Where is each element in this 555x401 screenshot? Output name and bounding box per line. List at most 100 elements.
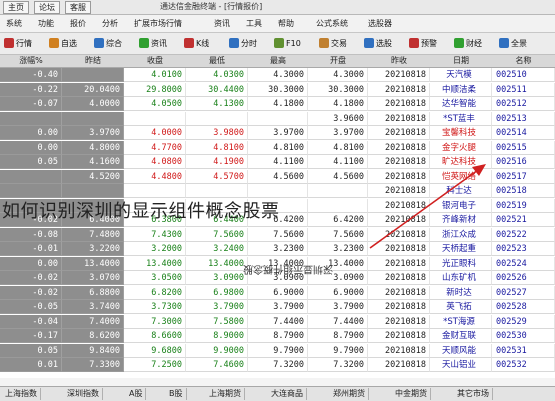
tab-forum[interactable]: 论坛 — [34, 1, 60, 14]
menu-help[interactable]: 帮助 — [278, 18, 294, 29]
table-row[interactable]: 0.00 3.9700 4.0000 3.9800 3.9700 3.9700 202108… — [0, 126, 555, 140]
cell-code: 002514 — [492, 126, 555, 140]
market-tab-8[interactable]: 其它市场 — [454, 388, 493, 400]
table-row[interactable]: 4.5200 4.4800 4.5700 4.5600 4.5600 20210818 恺英… — [0, 169, 555, 184]
market-tab-4[interactable]: 上海期货 — [206, 388, 245, 400]
cell-c5: 7.4800 — [62, 227, 124, 242]
toolbar-button-2[interactable]: 综合 — [94, 37, 122, 50]
cell-date: 20210818 — [368, 198, 430, 213]
market-tab-7[interactable]: 中金期货 — [392, 388, 431, 400]
column-header[interactable]: 最低 — [186, 55, 248, 67]
table-row[interactable]: -0.40 4.0100 4.0300 4.3000 4.3000 20210818 天汽模… — [0, 68, 555, 82]
toolbar-button-1[interactable]: 自选 — [49, 37, 77, 50]
toolbar-button-4[interactable]: K线 — [184, 37, 209, 50]
menu-analysis[interactable]: 分析 — [102, 18, 118, 29]
market-tab-5[interactable]: 大连商品 — [268, 388, 307, 400]
cell-c1: 7.3200 — [308, 358, 368, 372]
table-row[interactable]: 3.9600 20210818 *ST蓝丰 002513 — [0, 111, 555, 126]
cell-c3: 9.9000 — [186, 343, 248, 358]
column-header[interactable]: 日期 — [430, 55, 492, 67]
table-row[interactable]: -0.07 4.0000 4.0500 4.1300 4.1800 4.1800 20210… — [0, 97, 555, 111]
cell-c5 — [62, 111, 124, 126]
column-header[interactable]: 昨结 — [62, 55, 124, 67]
cell-c6: 0.00 — [0, 256, 62, 271]
column-header[interactable]: 涨幅% — [0, 55, 62, 67]
window-title: 通达信金融终端 - [行情报价] — [160, 2, 263, 11]
cell-c3: 7.4600 — [186, 358, 248, 372]
menu-system[interactable]: 系统 — [6, 18, 22, 29]
menu-extended[interactable]: 扩展市场行情 — [134, 18, 182, 29]
table-row[interactable]: -0.01 3.2200 3.2000 3.2400 3.2300 3.2300 20210… — [0, 242, 555, 256]
market-tab-1[interactable]: 深圳指数 — [64, 388, 103, 400]
cell-code: 002519 — [492, 198, 555, 213]
menu-function[interactable]: 功能 — [38, 18, 54, 29]
cell-date: 20210818 — [368, 227, 430, 242]
column-header[interactable]: 名称 — [492, 55, 555, 67]
toolbar-button-3[interactable]: 资讯 — [139, 37, 167, 50]
cell-name: 天桥起重 — [430, 242, 492, 256]
cell-name: 科士达 — [430, 184, 492, 198]
toolbar-button-9[interactable]: 预警 — [409, 37, 437, 50]
cell-c2: 6.9000 — [248, 285, 308, 300]
toolbar: 行情 自选 综合 资讯 K线 分时 F10 交易 选股 预警 财经 全景 — [0, 33, 555, 55]
table-row[interactable]: 0.05 4.1600 4.0800 4.1900 4.1100 4.1100 202108… — [0, 155, 555, 169]
table-row[interactable]: -0.17 8.6200 8.6600 8.9000 8.7900 8.7900 20210… — [0, 329, 555, 343]
toolbar-label: 资讯 — [151, 39, 167, 48]
cell-c5: 9.8400 — [62, 343, 124, 358]
cell-code: 002513 — [492, 111, 555, 126]
toolbar-label: 财经 — [466, 39, 482, 48]
cell-c3: 30.4400 — [186, 82, 248, 97]
menu-quote[interactable]: 报价 — [70, 18, 86, 29]
table-row[interactable]: 20210818 科士达 002518 — [0, 184, 555, 198]
cell-c6: 0.05 — [0, 155, 62, 169]
star-icon — [49, 38, 59, 48]
cell-c1: 4.5600 — [308, 169, 368, 184]
toolbar-button-0[interactable]: 行情 — [4, 37, 32, 50]
table-row[interactable]: 0.00 4.8000 4.7700 4.8100 4.8100 4.8100 202108… — [0, 140, 555, 155]
column-header[interactable]: 收盘 — [124, 55, 186, 67]
menu-formula[interactable]: 公式系统 — [316, 18, 348, 29]
column-header[interactable]: 最高 — [248, 55, 308, 67]
cell-code: 002526 — [492, 271, 555, 285]
cell-c1: 8.7900 — [308, 329, 368, 343]
market-tab-0[interactable]: 上海指数 — [2, 388, 41, 400]
menu-tools[interactable]: 工具 — [246, 18, 262, 29]
cell-c6: 0.01 — [0, 358, 62, 372]
toolbar-label: 预警 — [421, 39, 437, 48]
toolbar-button-10[interactable]: 财经 — [454, 37, 482, 50]
toolbar-button-7[interactable]: 交易 — [319, 37, 347, 50]
cell-c4: 7.2500 — [124, 358, 186, 372]
table-row[interactable]: -0.08 7.4800 7.4300 7.5600 7.5600 7.5600 20210… — [0, 227, 555, 242]
toolbar-button-5[interactable]: 分时 — [229, 37, 257, 50]
column-header[interactable]: 昨收 — [368, 55, 430, 67]
table-row[interactable]: -0.04 7.4000 7.3000 7.5800 7.4400 7.4400 20210… — [0, 314, 555, 329]
cell-c2: 30.3000 — [248, 82, 308, 97]
cell-date: 20210818 — [368, 126, 430, 140]
cell-c1: 30.3000 — [308, 82, 368, 97]
menu-picker[interactable]: 选股器 — [368, 18, 392, 29]
table-row[interactable]: 0.01 7.3300 7.2500 7.4600 7.3200 7.3200 202108… — [0, 358, 555, 372]
toolbar-button-11[interactable]: 全景 — [499, 37, 527, 50]
cell-c6: -0.02 — [0, 271, 62, 285]
cell-c3: 8.9000 — [186, 329, 248, 343]
menu-news[interactable]: 资讯 — [214, 18, 230, 29]
market-tab-6[interactable]: 郑州期货 — [330, 388, 369, 400]
tab-home[interactable]: 主页 — [3, 1, 29, 14]
tab-service[interactable]: 客服 — [65, 1, 91, 14]
cell-date: 20210818 — [368, 97, 430, 111]
table-row[interactable]: -0.05 3.7400 3.7300 3.7900 3.7900 3.7900 20210… — [0, 300, 555, 314]
column-header[interactable]: 开盘 — [308, 55, 368, 67]
cell-date: 20210818 — [368, 68, 430, 82]
table-row[interactable]: -0.02 6.8800 6.8200 6.9800 6.9000 6.9000 20210… — [0, 285, 555, 300]
toolbar-button-8[interactable]: 选股 — [364, 37, 392, 50]
cell-c6: 0.00 — [0, 140, 62, 155]
cell-name: 达华智能 — [430, 97, 492, 111]
market-tab-2[interactable]: A股 — [126, 388, 147, 400]
cell-code: 002516 — [492, 155, 555, 169]
toolbar-button-6[interactable]: F10 — [274, 37, 301, 50]
cell-c5: 7.4000 — [62, 314, 124, 329]
table-row[interactable]: 0.05 9.8400 9.6800 9.9000 9.7900 9.7900 202108… — [0, 343, 555, 358]
market-tab-3[interactable]: B股 — [166, 388, 187, 400]
table-row[interactable]: -0.22 20.0400 29.8000 30.4400 30.3000 30.3000… — [0, 82, 555, 97]
cell-c1: 6.9000 — [308, 285, 368, 300]
